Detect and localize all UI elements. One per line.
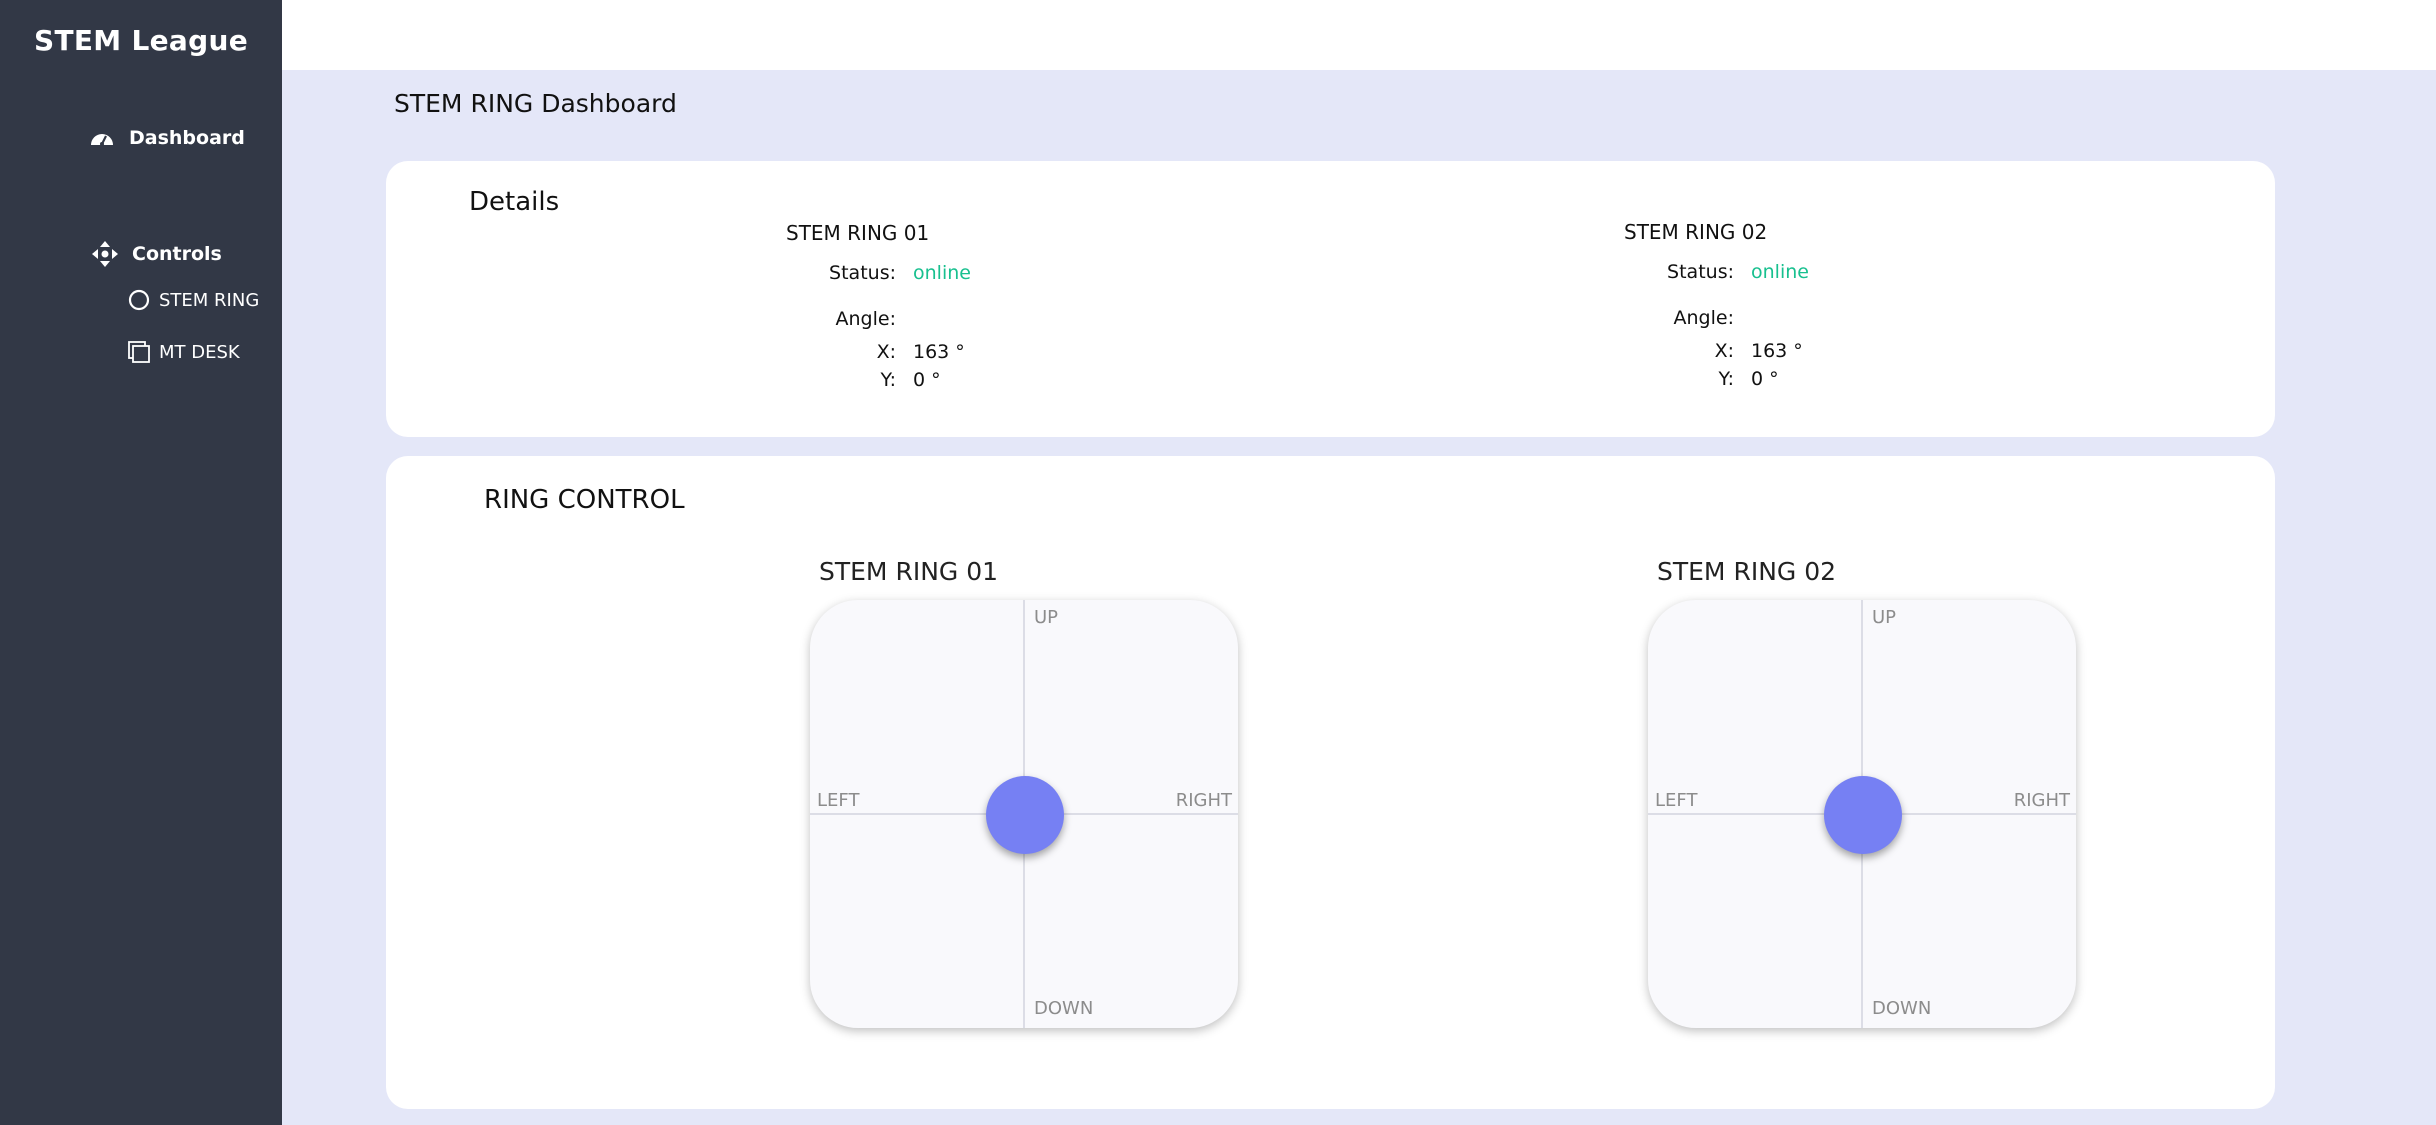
angle-label: Angle: [835, 308, 896, 330]
details-card: Details STEM RING 01 Status: online Angl… [386, 161, 2275, 437]
ring-control-title: RING CONTROL [484, 485, 685, 515]
ring-02-y-value: 0 ° [1751, 368, 1779, 390]
joystick-knob[interactable] [1824, 776, 1902, 854]
x-label: X: [1714, 340, 1734, 362]
angle-label: Angle: [1673, 307, 1734, 329]
direction-left-label: LEFT [1655, 790, 1698, 811]
gauge-icon [87, 123, 117, 153]
ring-02-name: STEM RING 02 [1624, 220, 1768, 244]
y-label: Y: [1718, 368, 1734, 390]
circle-icon [127, 288, 151, 312]
sidebar: STEM League Dashboard Controls STEM RING… [0, 0, 282, 1125]
details-title: Details [469, 187, 560, 217]
sidebar-item-dashboard[interactable]: Dashboard [87, 123, 245, 153]
direction-up-label: UP [1034, 607, 1059, 628]
sidebar-item-stem-ring[interactable]: STEM RING [127, 288, 259, 312]
ring-01-name: STEM RING 01 [786, 221, 930, 245]
brand-title: STEM League [34, 24, 248, 57]
pad-01-title: STEM RING 01 [819, 557, 999, 586]
direction-right-label: RIGHT [1175, 790, 1232, 811]
ring-01-status: online [913, 262, 971, 284]
sidebar-item-label: MT DESK [159, 341, 240, 363]
direction-left-label: LEFT [817, 790, 860, 811]
sidebar-item-mt-desk[interactable]: MT DESK [127, 340, 240, 364]
ring-02-status: online [1751, 261, 1809, 283]
sidebar-item-label: STEM RING [159, 289, 260, 311]
page-title: STEM RING Dashboard [394, 89, 677, 118]
ring-01-x-value: 163 ° [913, 341, 965, 363]
x-label: X: [876, 341, 896, 363]
direction-up-label: UP [1872, 607, 1897, 628]
ring-02-x-value: 163 ° [1751, 340, 1803, 362]
sidebar-item-label: Controls [132, 243, 222, 265]
status-label: Status: [829, 262, 896, 284]
move-arrows-icon [90, 239, 120, 269]
direction-down-label: DOWN [1872, 998, 1932, 1019]
y-label: Y: [880, 369, 896, 391]
joystick-pad-ring-02[interactable]: UP DOWN LEFT RIGHT [1648, 600, 2076, 1028]
direction-down-label: DOWN [1034, 998, 1094, 1019]
joystick-pad-ring-01[interactable]: UP DOWN LEFT RIGHT [810, 600, 1238, 1028]
status-label: Status: [1667, 261, 1734, 283]
pad-02-title: STEM RING 02 [1657, 557, 1837, 586]
joystick-knob[interactable] [986, 776, 1064, 854]
ring-control-card: RING CONTROL STEM RING 01 UP DOWN LEFT R… [386, 456, 2275, 1109]
window-stack-icon [127, 340, 151, 364]
top-bar [282, 0, 2436, 70]
direction-right-label: RIGHT [2013, 790, 2070, 811]
sidebar-item-label: Dashboard [129, 127, 245, 149]
sidebar-item-controls[interactable]: Controls [90, 239, 222, 269]
ring-01-y-value: 0 ° [913, 369, 941, 391]
